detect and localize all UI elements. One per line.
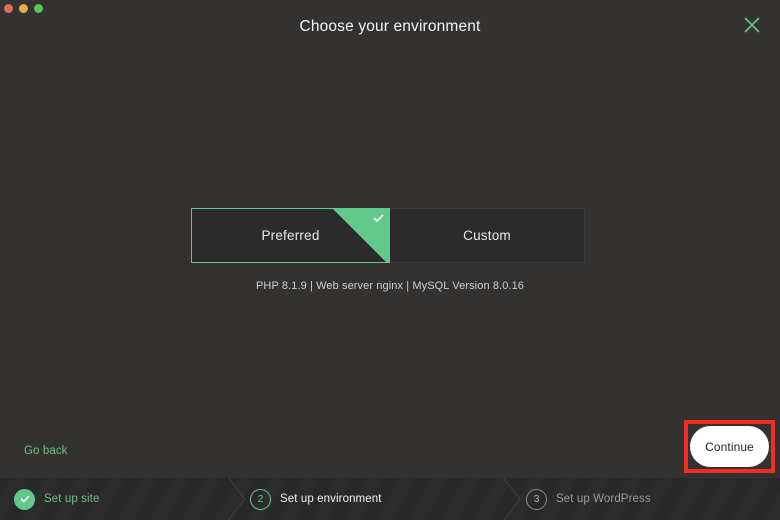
environment-option-custom[interactable]: Custom bbox=[390, 208, 585, 263]
stepper-item-set-up-wordpress[interactable]: 3 Set up WordPress bbox=[526, 478, 651, 520]
environment-option-preferred[interactable]: Preferred bbox=[191, 208, 390, 263]
window-minimize-dot[interactable] bbox=[19, 4, 28, 13]
stepper-chevron-icon bbox=[500, 478, 522, 520]
window-traffic-lights bbox=[4, 4, 43, 13]
stepper-chevron-icon bbox=[225, 478, 247, 520]
continue-button[interactable]: Continue bbox=[690, 426, 769, 467]
close-button[interactable] bbox=[740, 13, 764, 37]
page-title: Choose your environment bbox=[299, 18, 481, 35]
close-x-icon bbox=[742, 15, 762, 35]
step-status-check-icon bbox=[14, 488, 35, 510]
window-close-dot[interactable] bbox=[4, 4, 13, 13]
stepper-bar: Set up site 2 Set up environment 3 Set u… bbox=[0, 478, 780, 520]
stepper-item-set-up-environment[interactable]: 2 Set up environment bbox=[250, 478, 382, 520]
step-number-badge: 3 bbox=[526, 488, 547, 510]
app-window: Choose your environment Preferred Custom… bbox=[0, 0, 780, 520]
environment-options: Preferred Custom bbox=[191, 208, 585, 263]
stepper-item-label: Set up WordPress bbox=[556, 493, 651, 505]
title-bar: Choose your environment bbox=[0, 0, 780, 56]
environment-option-label: Custom bbox=[463, 228, 511, 243]
selected-corner-flag bbox=[333, 209, 389, 262]
continue-highlight: Continue bbox=[684, 420, 775, 473]
environment-option-label: Preferred bbox=[261, 228, 320, 243]
stepper-item-label: Set up environment bbox=[280, 493, 382, 505]
stepper-item-set-up-site[interactable]: Set up site bbox=[14, 478, 99, 520]
step-number-badge: 2 bbox=[250, 488, 271, 510]
environment-versions-text: PHP 8.1.9 | Web server nginx | MySQL Ver… bbox=[255, 280, 525, 292]
window-maximize-dot[interactable] bbox=[34, 4, 43, 13]
go-back-link[interactable]: Go back bbox=[24, 445, 68, 457]
stepper-item-label: Set up site bbox=[44, 493, 100, 505]
